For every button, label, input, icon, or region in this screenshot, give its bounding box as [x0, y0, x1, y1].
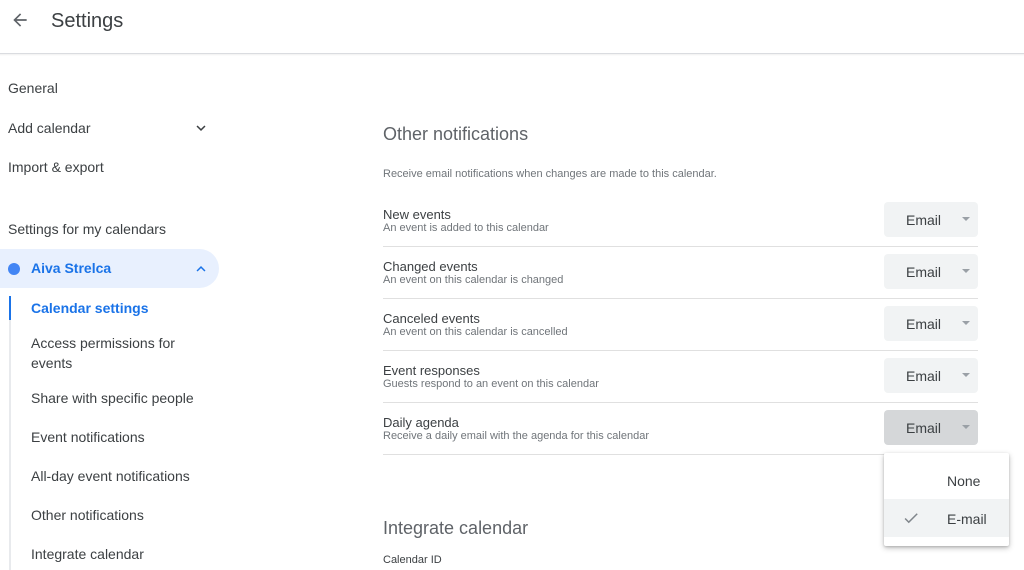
row-label: Changed events [383, 259, 478, 274]
dropdown-arrow-icon [962, 269, 970, 273]
calendar-color-dot [8, 263, 20, 275]
check-icon [904, 513, 918, 524]
notification-select-open[interactable]: Email [884, 410, 978, 445]
settings-sidebar: General Add calendar Import & export Set… [0, 54, 230, 570]
page-title: Settings [51, 10, 124, 32]
select-value: Email [906, 316, 942, 332]
section-title-integrate-calendar: Integrate calendar [383, 518, 529, 538]
sidebar-calendar-item[interactable]: Aiva Strelca [0, 249, 219, 288]
section-title-other-notifications: Other notifications [383, 124, 529, 144]
row-description: An event on this calendar is changed [383, 274, 564, 286]
calendar-id-label: Calendar ID [383, 554, 442, 566]
subnav-active-indicator [9, 296, 11, 320]
select-value: Email [906, 368, 942, 384]
arrow-left-icon [13, 13, 27, 27]
notification-select[interactable]: Email [884, 306, 978, 341]
sidebar-item-import-export[interactable]: Import & export [8, 159, 104, 175]
section-description: Receive email notifications when changes… [383, 168, 717, 180]
select-value: Email [906, 420, 942, 436]
row-label: Event responses [383, 363, 480, 378]
subnav-track [9, 296, 11, 570]
sidebar-item-share-specific-people[interactable]: Share with specific people [31, 388, 201, 408]
sidebar-item-calendar-settings[interactable]: Calendar settings [31, 298, 201, 318]
chevron-down-icon[interactable] [192, 119, 210, 137]
sidebar-item-integrate-calendar[interactable]: Integrate calendar [31, 544, 201, 564]
row-description: Receive a daily email with the agenda fo… [383, 430, 649, 442]
row-label: New events [383, 207, 451, 222]
notification-row-daily-agenda: Daily agenda Receive a daily email with … [383, 403, 978, 455]
notification-select[interactable]: Email [884, 358, 978, 393]
row-label: Daily agenda [383, 415, 459, 430]
notification-row-changed-events: Changed events An event on this calendar… [383, 247, 978, 299]
dropdown-arrow-icon [962, 321, 970, 325]
dropdown-menu: None E-mail [884, 453, 1009, 546]
sidebar-item-all-day-notifications[interactable]: All-day event notifications [31, 466, 201, 486]
notification-row-new-events: New events An event is added to this cal… [383, 195, 978, 247]
menu-option-email[interactable]: E-mail [884, 499, 1009, 537]
option-label: None [947, 473, 981, 489]
select-value: Email [906, 264, 942, 280]
calendar-name: Aiva Strelca [31, 260, 112, 276]
menu-option-none[interactable]: None [884, 461, 1009, 499]
section-label-my-calendars: Settings for my calendars [8, 221, 166, 237]
back-button[interactable] [8, 8, 32, 32]
chevron-up-icon[interactable] [192, 260, 210, 278]
sidebar-item-general[interactable]: General [8, 80, 58, 96]
row-label: Canceled events [383, 311, 480, 326]
select-value: Email [906, 212, 942, 228]
row-description: An event on this calendar is cancelled [383, 326, 568, 338]
sidebar-item-other-notifications[interactable]: Other notifications [31, 505, 201, 525]
notification-select[interactable]: Email [884, 254, 978, 289]
app-header: Settings [0, 0, 1024, 56]
row-description: Guests respond to an event on this calen… [383, 378, 599, 390]
dropdown-arrow-icon [962, 425, 970, 429]
notification-row-canceled-events: Canceled events An event on this calenda… [383, 299, 978, 351]
notification-row-event-responses: Event responses Guests respond to an eve… [383, 351, 978, 403]
sidebar-item-event-notifications[interactable]: Event notifications [31, 427, 201, 447]
row-description: An event is added to this calendar [383, 222, 549, 234]
option-label: E-mail [947, 511, 987, 527]
notification-select[interactable]: Email [884, 202, 978, 237]
dropdown-arrow-icon [962, 373, 970, 377]
sidebar-item-add-calendar[interactable]: Add calendar [8, 120, 91, 136]
sidebar-item-access-permissions[interactable]: Access permissions for events [31, 333, 201, 373]
dropdown-arrow-icon [962, 217, 970, 221]
